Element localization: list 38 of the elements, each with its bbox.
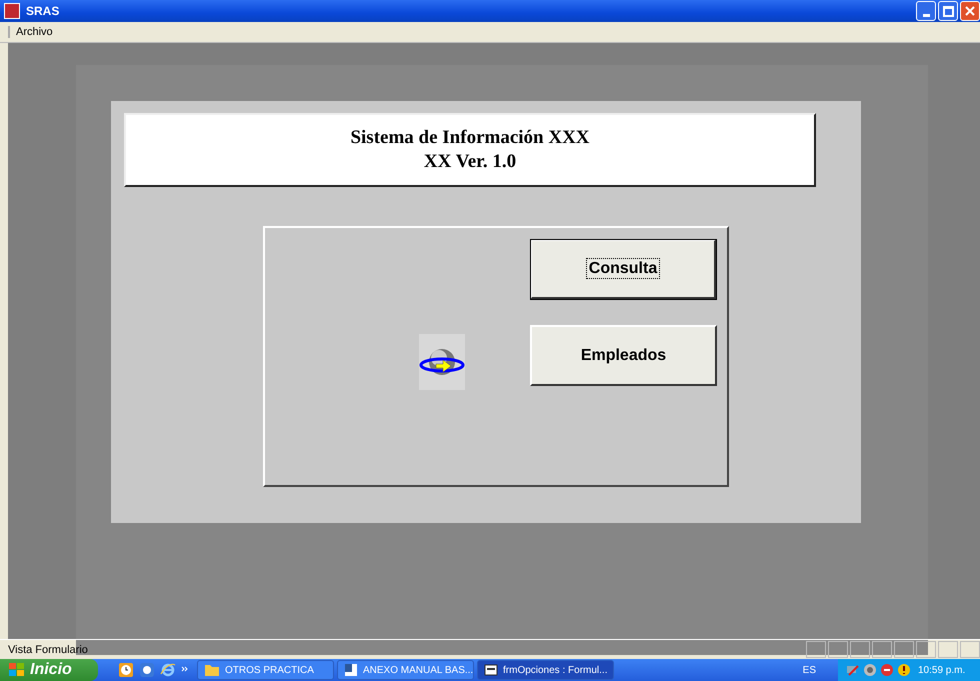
language-indicator[interactable]: ES — [780, 664, 838, 676]
clock-icon[interactable] — [118, 662, 134, 678]
app-icon — [4, 3, 20, 19]
status-text: Vista Formulario — [8, 644, 89, 656]
chevron-icon[interactable] — [181, 666, 189, 674]
status-panel — [806, 641, 826, 658]
minimize-button[interactable] — [916, 1, 936, 21]
window-title: SRAS — [26, 4, 60, 18]
globe-icon — [419, 334, 465, 390]
warning-icon[interactable] — [897, 663, 911, 677]
clock: 10:59 p.m. — [918, 664, 966, 676]
folder-icon — [204, 663, 220, 677]
document-icon — [344, 663, 358, 677]
restore-button[interactable] — [938, 1, 958, 21]
taskbar-button[interactable]: frmOpciones : Formul... — [477, 660, 614, 680]
browser-icon[interactable] — [160, 662, 176, 678]
close-button[interactable] — [960, 1, 980, 21]
status-panel — [872, 641, 892, 658]
shield-icon[interactable] — [880, 663, 894, 677]
speaker-icon[interactable] — [863, 663, 877, 677]
status-panel — [828, 641, 848, 658]
status-panel — [850, 641, 870, 658]
taskbar-button[interactable]: OTROS PRACTICA — [197, 660, 334, 680]
taskbar-button[interactable]: ANEXO MANUAL BAS... — [337, 660, 474, 680]
status-panel — [916, 641, 936, 658]
windows-logo — [8, 662, 26, 678]
form-button[interactable]: Empleados — [530, 325, 717, 386]
close-icon — [965, 6, 975, 16]
status-panel — [938, 641, 958, 658]
start-button[interactable]: Inicio — [0, 659, 98, 681]
status-panel — [894, 641, 914, 658]
app-icon[interactable] — [139, 662, 155, 678]
form-button[interactable]: Consulta — [530, 239, 717, 300]
header-text: XX Ver. 1.0 — [424, 151, 516, 173]
status-panel — [960, 641, 980, 658]
menu-item[interactable]: Archivo — [8, 26, 59, 38]
form-icon — [484, 664, 498, 676]
header-text: Sistema de Información XXX — [350, 127, 590, 149]
